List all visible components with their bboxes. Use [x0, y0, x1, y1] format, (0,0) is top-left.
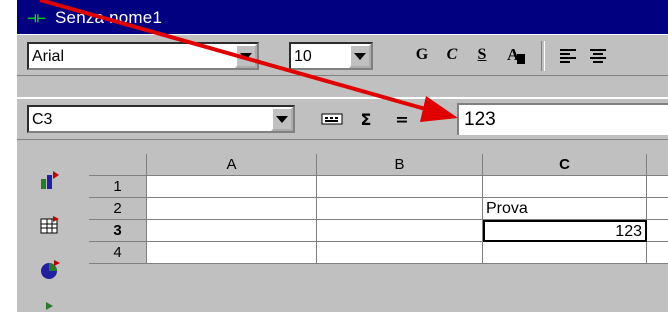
cell-d3[interactable]	[647, 220, 668, 242]
toolbar-separator	[541, 41, 545, 71]
cell-a2[interactable]	[147, 198, 317, 220]
font-name-combo[interactable]: Arial	[27, 42, 259, 70]
cell-a3[interactable]	[147, 220, 317, 242]
row-header-2[interactable]: 2	[89, 198, 147, 220]
cell-b1[interactable]	[317, 176, 483, 198]
chevron-down-icon	[276, 115, 288, 123]
chevron-down-icon	[354, 52, 366, 60]
cell-a4[interactable]	[147, 242, 317, 264]
row-header-1[interactable]: 1	[89, 176, 147, 198]
cell-b2[interactable]	[317, 198, 483, 220]
title-bar: ⊣⊢ Senza nome1	[17, 0, 668, 34]
font-name-value: Arial	[32, 48, 65, 65]
cell-c2[interactable]: Prova	[483, 198, 647, 220]
cell-c1[interactable]	[483, 176, 647, 198]
insert-table-button[interactable]	[35, 212, 65, 240]
insert-chart-button[interactable]	[35, 166, 65, 194]
cell-a1[interactable]	[147, 176, 317, 198]
chart-insert-icon	[41, 171, 59, 189]
cell-c4[interactable]	[483, 242, 647, 264]
font-size-combo[interactable]: 10	[289, 42, 373, 70]
align-left-button[interactable]	[553, 41, 583, 69]
more-tools-button[interactable]	[35, 292, 65, 312]
spreadsheet-grid: A B C 1 2 Prova 3 123 4	[89, 142, 668, 312]
window: ⊣⊢ Senza nome1 Arial 10 G C S A C3 Σ = 1…	[15, 0, 668, 312]
table-insert-icon	[40, 216, 59, 234]
font-size-dropdown-button[interactable]	[349, 44, 371, 68]
align-center-icon	[590, 49, 606, 63]
row-header-4[interactable]: 4	[89, 242, 147, 264]
cell-d4[interactable]	[647, 242, 668, 264]
pie-chart-icon	[41, 260, 60, 279]
align-center-button[interactable]	[583, 41, 613, 69]
column-header-c[interactable]: C	[483, 154, 647, 176]
column-header-a[interactable]: A	[147, 154, 317, 176]
formula-input[interactable]: 123	[457, 103, 668, 135]
arrow-right-icon	[46, 302, 53, 310]
column-header-b[interactable]: B	[317, 154, 483, 176]
italic-button[interactable]: C	[437, 41, 467, 69]
main-toolbar	[17, 142, 87, 312]
cell-reference-box[interactable]: C3	[27, 105, 295, 133]
cell-b4[interactable]	[317, 242, 483, 264]
cell-reference-value: C3	[32, 111, 53, 128]
row-header-3[interactable]: 3	[89, 220, 147, 242]
align-left-icon	[560, 49, 576, 63]
insert-object-button[interactable]	[35, 256, 65, 284]
function-button[interactable]: =	[387, 105, 417, 133]
font-color-icon: A	[507, 45, 525, 64]
underline-button[interactable]: S	[467, 41, 497, 69]
select-all-corner[interactable]	[89, 154, 147, 176]
cell-c3-active[interactable]: 123	[483, 220, 647, 242]
formula-toolbar: C3 Σ = 123	[17, 98, 668, 140]
format-toolbar: Arial 10 G C S A	[17, 34, 668, 76]
bold-button[interactable]: G	[407, 41, 437, 69]
function-autopilot-icon	[321, 113, 343, 125]
cell-d2[interactable]	[647, 198, 668, 220]
window-title: Senza nome1	[55, 8, 163, 27]
app-icon: ⊣⊢	[27, 13, 47, 25]
chevron-down-icon	[240, 52, 252, 60]
formula-value: 123	[464, 109, 496, 130]
font-name-dropdown-button[interactable]	[235, 44, 257, 68]
column-header-d[interactable]	[647, 154, 668, 176]
toolbar-spacer	[17, 76, 668, 98]
sum-button[interactable]: Σ	[351, 105, 381, 133]
cell-b3[interactable]	[317, 220, 483, 242]
font-color-button[interactable]: A	[501, 41, 531, 69]
function-autopilot-button[interactable]	[317, 105, 347, 133]
font-size-value: 10	[294, 48, 312, 65]
cell-reference-dropdown-button[interactable]	[271, 107, 293, 131]
cell-d1[interactable]	[647, 176, 668, 198]
